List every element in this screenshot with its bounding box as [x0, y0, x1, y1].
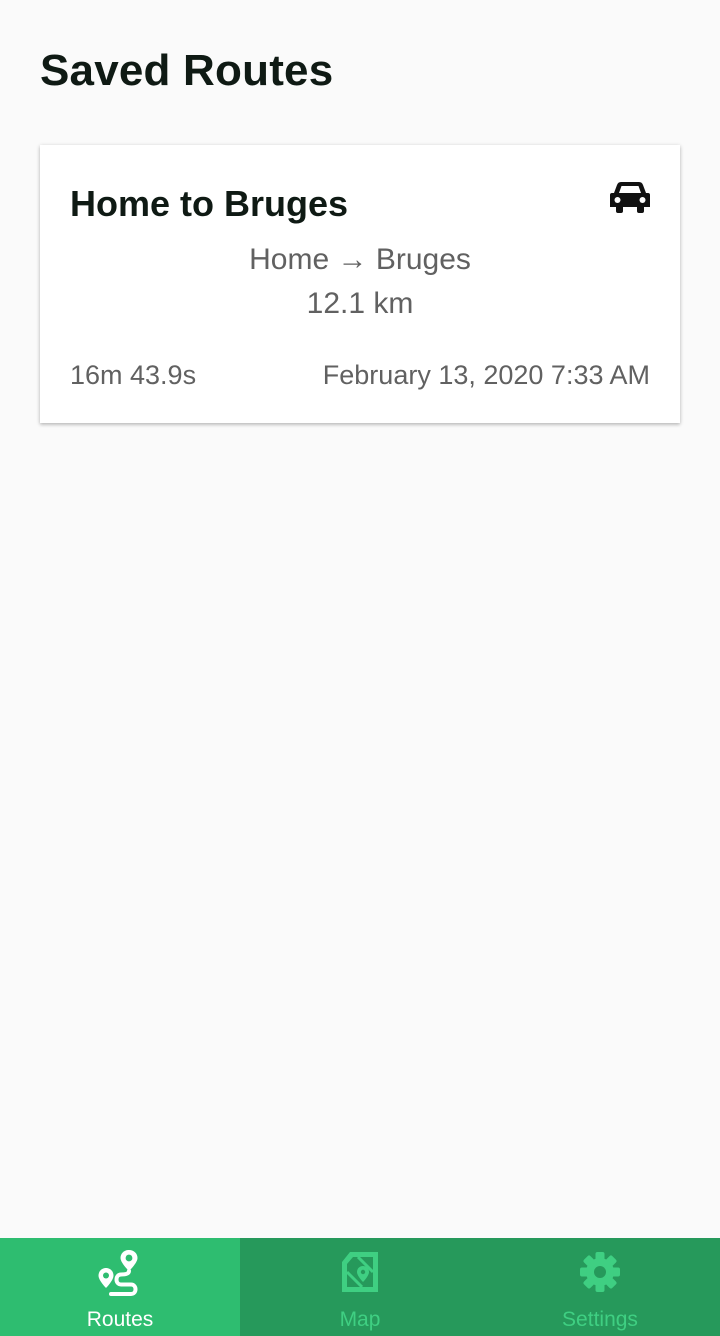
bottom-navigation: Routes Map Settings [0, 1238, 720, 1336]
route-card[interactable]: Home to Bruges Home → Bruges 12.1 km 16m… [40, 145, 680, 423]
route-name: Home to Bruges [70, 183, 349, 224]
nav-label-routes: Routes [86, 1308, 154, 1331]
route-duration: 16m 43.9s [70, 360, 197, 390]
nav-item-settings[interactable]: Settings [480, 1238, 720, 1336]
route-distance: 12.1 km [306, 287, 414, 320]
nav-item-routes[interactable]: Routes [0, 1238, 240, 1336]
nav-label-settings: Settings [562, 1308, 638, 1331]
nav-item-map[interactable]: Map [240, 1238, 480, 1336]
nav-label-map: Map [339, 1308, 381, 1331]
page-title: Saved Routes [40, 46, 334, 95]
route-date: February 13, 2020 7:33 AM [322, 360, 650, 390]
map-icon [342, 1252, 378, 1292]
route-path: Home → Bruges [249, 243, 471, 276]
car-icon [610, 182, 650, 213]
gear-icon [580, 1252, 620, 1292]
route-icon [98, 1250, 138, 1296]
